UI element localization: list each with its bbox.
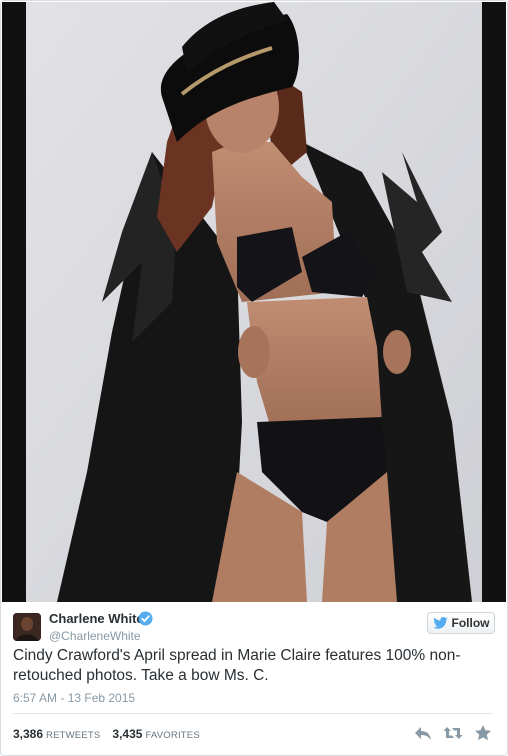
- author-handle[interactable]: @CharleneWhite: [49, 629, 141, 643]
- tweet-photo[interactable]: [2, 2, 506, 602]
- tweet-timestamp[interactable]: 6:57 AM - 13 Feb 2015: [13, 691, 135, 705]
- verified-badge-icon: [138, 611, 153, 626]
- favorite-icon[interactable]: [473, 724, 493, 742]
- divider: [13, 713, 493, 714]
- tweet-text: Cindy Crawford's April spread in Marie C…: [13, 647, 461, 684]
- author-name[interactable]: Charlene White: [49, 611, 144, 627]
- follow-button[interactable]: Follow: [427, 612, 495, 634]
- follow-label: Follow: [451, 616, 490, 630]
- tweet-actions: [413, 724, 493, 742]
- favorites-label[interactable]: FAVORITES: [145, 729, 199, 743]
- twitter-bird-icon: [432, 617, 448, 629]
- tweet-card: Charlene White @CharleneWhite Follow Cin…: [0, 0, 508, 756]
- retweets-count[interactable]: 3,386: [13, 727, 43, 741]
- reply-icon[interactable]: [413, 724, 433, 742]
- retweets-label[interactable]: RETWEETS: [46, 729, 100, 743]
- retweet-icon[interactable]: [443, 724, 463, 742]
- tweet-stats: 3,386 RETWEETS 3,435 FAVORITES: [13, 727, 200, 741]
- avatar[interactable]: [13, 613, 41, 641]
- favorites-count[interactable]: 3,435: [112, 727, 142, 741]
